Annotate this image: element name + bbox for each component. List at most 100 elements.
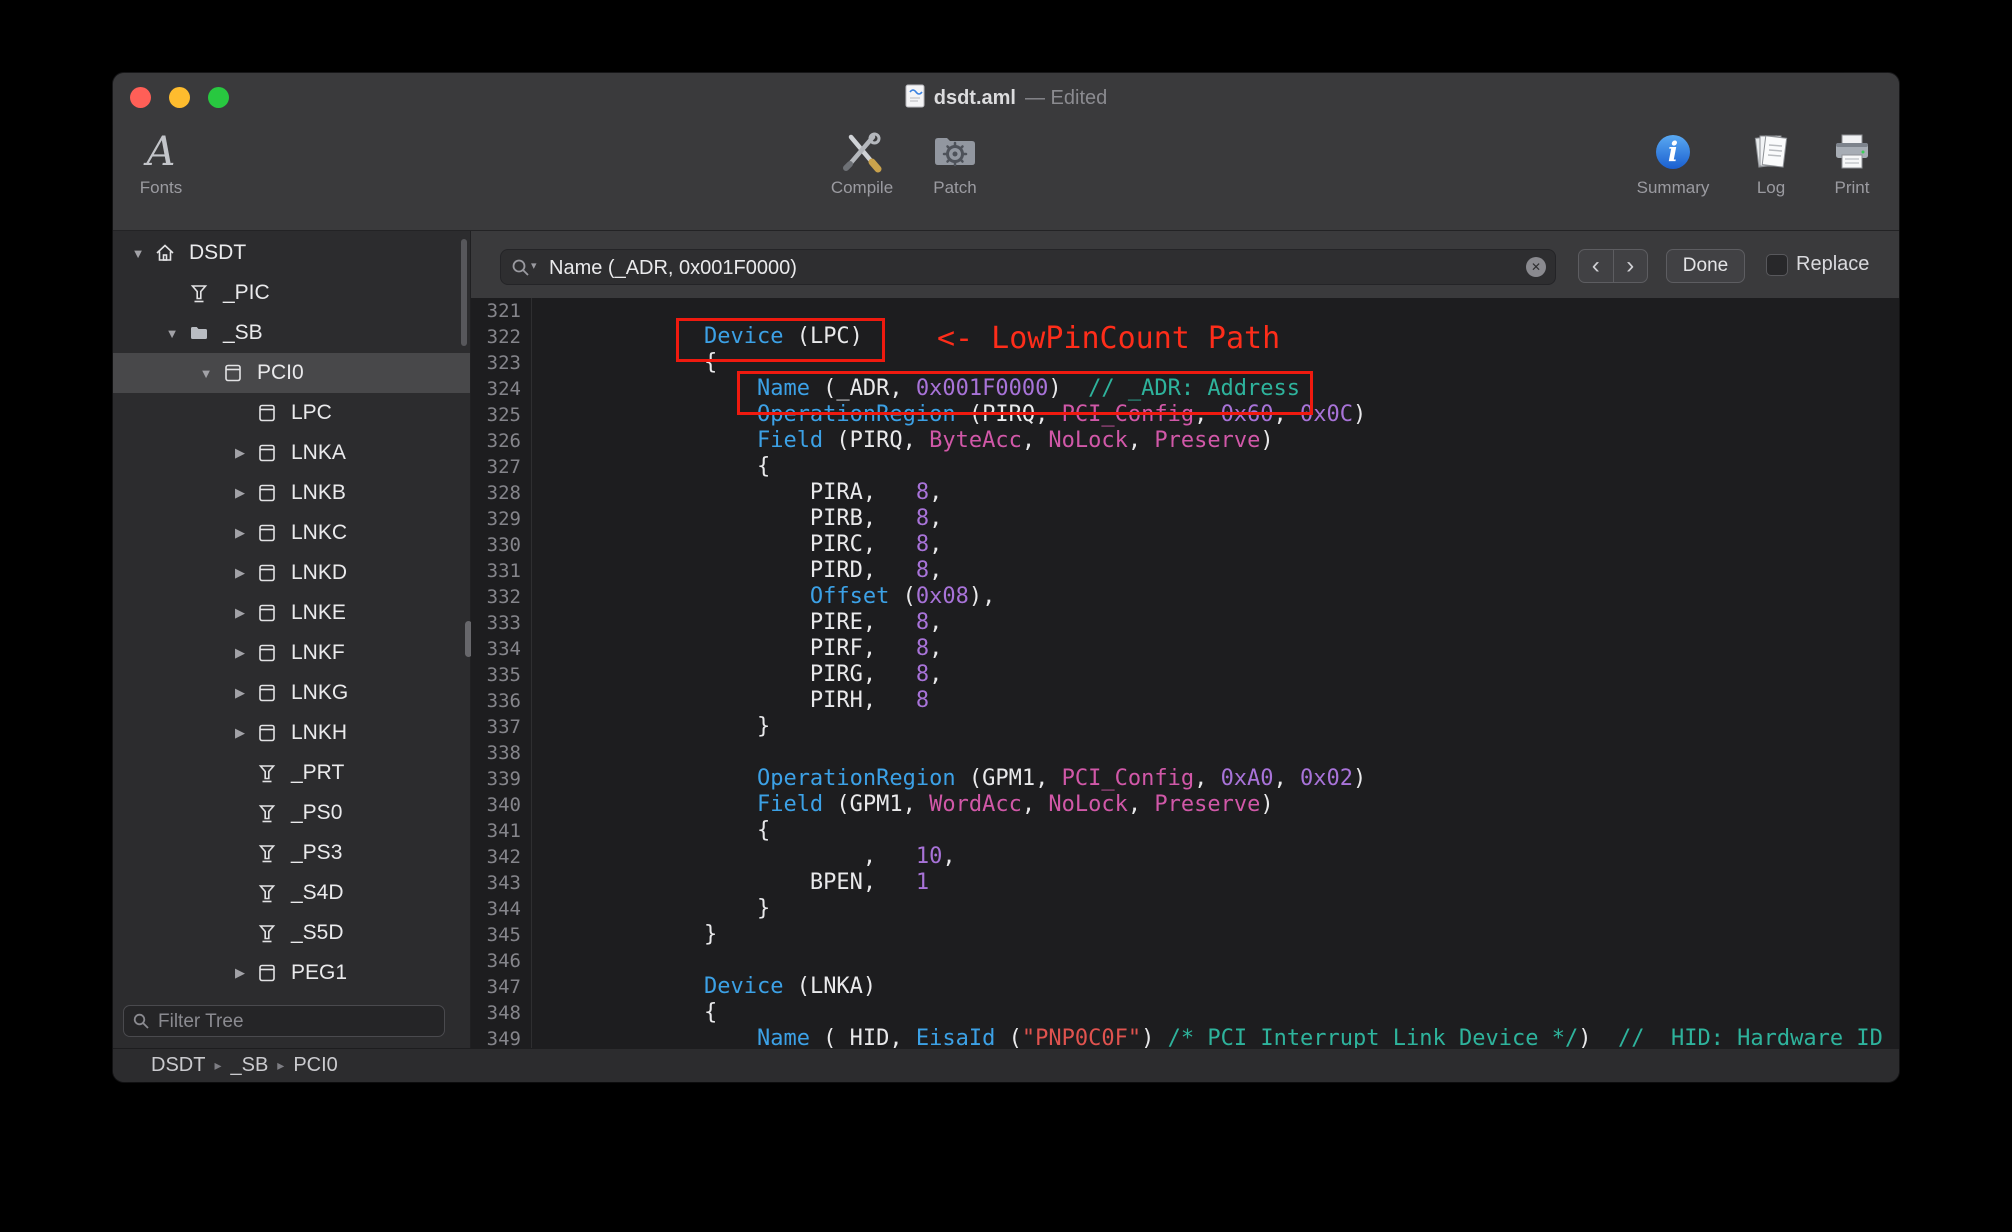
code-line[interactable]: 331 PIRD, 8, [471, 558, 1899, 584]
sidebar-scrollbar[interactable] [461, 239, 467, 346]
tree-item-_prt[interactable]: _PRT [113, 753, 470, 793]
tree-item-lpc[interactable]: LPC [113, 393, 470, 433]
done-button[interactable]: Done [1666, 249, 1745, 283]
disclosure-closed-icon[interactable]: ▶ [227, 605, 253, 621]
code-line[interactable]: 333 PIRE, 8, [471, 610, 1899, 636]
code-line[interactable]: 326 Field (PIRQ, ByteAcc, NoLock, Preser… [471, 428, 1899, 454]
log-label: Log [1756, 178, 1786, 197]
disclosure-open-icon[interactable]: ▼ [125, 246, 151, 261]
line-number: 339 [471, 766, 532, 792]
zoom-button[interactable] [208, 87, 229, 108]
code-line[interactable]: 329 PIRB, 8, [471, 506, 1899, 532]
close-button[interactable] [130, 87, 151, 108]
compile-button[interactable]: Compile [814, 129, 910, 198]
tree-item-_s5d[interactable]: _S5D [113, 913, 470, 953]
code-text: PIRG, 8, [598, 662, 943, 687]
clear-search-icon[interactable]: ✕ [1526, 257, 1546, 277]
tree-item-_ps3[interactable]: _PS3 [113, 833, 470, 873]
breadcrumb-item[interactable]: PCI0 [293, 1054, 337, 1077]
code-line[interactable]: 338 [471, 740, 1899, 766]
tree-item-_pic[interactable]: _PIC [113, 273, 470, 313]
code-line[interactable]: 339 OperationRegion (GPM1, PCI_Config, 0… [471, 766, 1899, 792]
minimize-button[interactable] [169, 87, 190, 108]
code-line[interactable]: 345 } [471, 922, 1899, 948]
line-number: 336 [471, 688, 532, 714]
tree-item-_s4d[interactable]: _S4D [113, 873, 470, 913]
code-line[interactable]: 341 { [471, 818, 1899, 844]
disclosure-closed-icon[interactable]: ▶ [227, 685, 253, 701]
tree-item-lnkf[interactable]: ▶ LNKF [113, 633, 470, 673]
patch-button[interactable]: Patch [907, 129, 1003, 198]
find-input[interactable] [547, 250, 1515, 286]
disclosure-closed-icon[interactable]: ▶ [227, 965, 253, 981]
replace-checkbox[interactable] [1766, 253, 1788, 276]
disclosure-closed-icon[interactable]: ▶ [227, 485, 253, 501]
search-menu-chevron-icon[interactable]: ▾ [531, 259, 537, 272]
tree-item-peg1[interactable]: ▶ PEG1 [113, 953, 470, 993]
tree-item-_sb[interactable]: ▼ _SB [113, 313, 470, 353]
code-text: Name (_ADR, 0x001F0000) // _ADR: Address [756, 376, 1301, 401]
tree-item-dsdt[interactable]: ▼ DSDT [113, 233, 470, 273]
code-text: { [598, 350, 718, 375]
code-line[interactable]: 328 PIRA, 8, [471, 480, 1899, 506]
code-line[interactable]: 324 Name (_ADR, 0x001F0000) // _ADR: Add… [471, 376, 1899, 402]
line-number: 321 [471, 298, 532, 324]
code-text: Device (LPC) [703, 324, 863, 349]
code-text: PIRB, 8, [598, 506, 943, 531]
filter-tree-field[interactable] [123, 1005, 445, 1038]
code-line[interactable]: 327 { [471, 454, 1899, 480]
line-number: 332 [471, 584, 532, 610]
breadcrumb-item[interactable]: DSDT [151, 1054, 205, 1077]
tree-item-_ps0[interactable]: _PS0 [113, 793, 470, 833]
tree-item-label: _PS0 [291, 801, 343, 824]
tree-item-lnke[interactable]: ▶ LNKE [113, 593, 470, 633]
tree-item-label: LNKH [291, 721, 348, 744]
code-line[interactable]: 325 OperationRegion (PIRQ, PCI_Config, 0… [471, 402, 1899, 428]
device-icon [253, 482, 281, 504]
code-line[interactable]: 343 BPEN, 1 [471, 870, 1899, 896]
code-line[interactable]: 340 Field (GPM1, WordAcc, NoLock, Preser… [471, 792, 1899, 818]
filter-tree-input[interactable] [156, 1006, 438, 1038]
code-line[interactable]: 332 Offset (0x08), [471, 584, 1899, 610]
code-line[interactable]: 335 PIRG, 8, [471, 662, 1899, 688]
code-line[interactable]: 347 Device (LNKA) [471, 974, 1899, 1000]
find-field[interactable]: ▾ ✕ [500, 249, 1556, 286]
code-line[interactable]: 330 PIRC, 8, [471, 532, 1899, 558]
annotation-callout: <- LowPinCount Path [937, 321, 1281, 356]
fonts-button[interactable]: A Fonts [113, 129, 209, 198]
code-line[interactable]: 348 { [471, 1000, 1899, 1026]
disclosure-closed-icon[interactable]: ▶ [227, 725, 253, 741]
tree-item-lnkd[interactable]: ▶ LNKD [113, 553, 470, 593]
filter-search-icon [133, 1013, 149, 1029]
code-line[interactable]: 344 } [471, 896, 1899, 922]
disclosure-open-icon[interactable]: ▼ [159, 326, 185, 341]
tree-item-lnkb[interactable]: ▶ LNKB [113, 473, 470, 513]
tree-item-lnkh[interactable]: ▶ LNKH [113, 713, 470, 753]
search-icon[interactable] [510, 257, 532, 284]
disclosure-closed-icon[interactable]: ▶ [227, 445, 253, 461]
code-line[interactable]: 346 [471, 948, 1899, 974]
tree-item-lnkc[interactable]: ▶ LNKC [113, 513, 470, 553]
find-next-button[interactable]: › [1614, 250, 1648, 282]
disclosure-open-icon[interactable]: ▼ [193, 366, 219, 381]
tree-item-label: _S5D [291, 921, 344, 944]
code-line[interactable]: 337 } [471, 714, 1899, 740]
code-text: Offset (0x08), [809, 584, 996, 609]
breadcrumb-item[interactable]: _SB [230, 1054, 268, 1077]
disclosure-closed-icon[interactable]: ▶ [227, 525, 253, 541]
find-previous-button[interactable]: ‹ [1579, 250, 1614, 282]
tree-item-lnka[interactable]: ▶ LNKA [113, 433, 470, 473]
summary-button[interactable]: i Summary [1625, 129, 1721, 198]
tree-item-lnkg[interactable]: ▶ LNKG [113, 673, 470, 713]
code-line[interactable]: 349 Name (_HID, EisaId ("PNP0C0F") /* PC… [471, 1026, 1899, 1048]
tree-item-pci0[interactable]: ▼ PCI0 [113, 353, 470, 393]
code-editor[interactable]: 321 322 Device (LPC) 323 {324 Name (_ADR, … [471, 298, 1899, 1048]
fonts-label: Fonts [139, 178, 183, 197]
code-line[interactable]: 334 PIRF, 8, [471, 636, 1899, 662]
disclosure-closed-icon[interactable]: ▶ [227, 565, 253, 581]
disclosure-closed-icon[interactable]: ▶ [227, 645, 253, 661]
print-button[interactable]: Print [1804, 129, 1899, 198]
code-line[interactable]: 336 PIRH, 8 [471, 688, 1899, 714]
code-line[interactable]: 342 , 10, [471, 844, 1899, 870]
